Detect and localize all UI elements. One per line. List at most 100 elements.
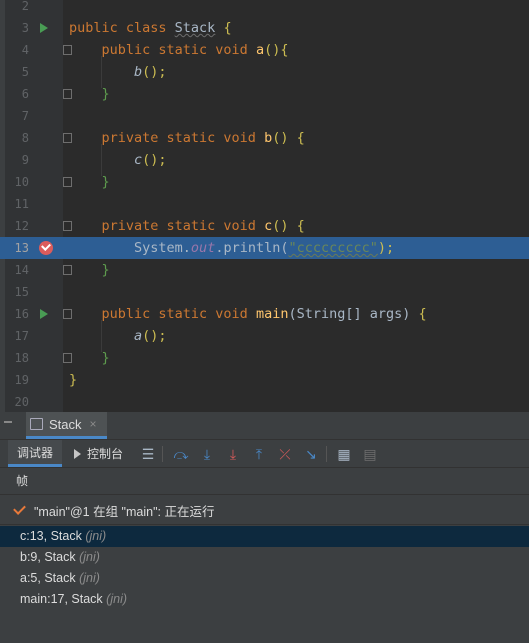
- gutter[interactable]: 4: [5, 39, 72, 61]
- step-into-icon[interactable]: ⤓: [198, 445, 216, 463]
- line-number: 18: [14, 351, 29, 365]
- gutter[interactable]: 10: [5, 171, 72, 193]
- code-line[interactable]: 9 c();: [0, 149, 529, 171]
- code-token: public static void: [69, 42, 256, 58]
- code-line[interactable]: 14 }: [0, 259, 529, 281]
- code-token: ();: [142, 64, 167, 80]
- line-number: 16: [14, 307, 29, 321]
- line-number: 5: [21, 65, 29, 79]
- line-number: 17: [14, 329, 29, 343]
- console-icon: [74, 448, 81, 459]
- evaluate-icon[interactable]: ▦: [335, 445, 353, 463]
- line-number: 8: [21, 131, 29, 145]
- code-line[interactable]: 19}: [0, 369, 529, 391]
- code-line[interactable]: 5 b();: [0, 61, 529, 83]
- line-number: 15: [14, 285, 29, 299]
- code-token: main: [255, 306, 289, 322]
- panel-handle-icon[interactable]: [4, 421, 12, 423]
- line-number: 10: [14, 175, 29, 189]
- gutter[interactable]: 11: [5, 193, 63, 215]
- tab-icon: [30, 418, 43, 430]
- code-text: a();: [69, 325, 167, 347]
- code-line[interactable]: 18 }: [0, 347, 529, 369]
- run-gutter-icon[interactable]: [40, 23, 48, 33]
- tab-label: Stack: [49, 416, 82, 432]
- code-token: () {: [272, 130, 305, 146]
- code-line[interactable]: 10 }: [0, 171, 529, 193]
- code-text: public class Stack {: [69, 17, 232, 39]
- frame-package: (jni): [79, 550, 100, 564]
- run-gutter-icon[interactable]: [40, 309, 48, 319]
- gutter[interactable]: 12: [5, 215, 72, 237]
- gutter[interactable]: 20: [5, 391, 63, 412]
- code-token: }: [101, 174, 110, 190]
- code-text: private static void c() {: [69, 215, 305, 237]
- thread-selector[interactable]: "main"@1 在组 "main": 正在运行: [0, 496, 529, 525]
- code-token: () {: [272, 218, 305, 234]
- code-line[interactable]: 11: [0, 193, 529, 215]
- gutter[interactable]: 7: [5, 105, 63, 127]
- force-step-into-icon[interactable]: ⤓: [224, 445, 242, 463]
- drop-frame-icon[interactable]: ⤫: [276, 445, 294, 463]
- tab-stack[interactable]: Stack ×: [26, 412, 107, 439]
- frame-package: (jni): [106, 592, 128, 606]
- code-editor[interactable]: 2 3 public class Stack {4 public static vo…: [0, 0, 529, 412]
- code-token: c: [264, 218, 273, 234]
- gutter[interactable]: 16: [5, 303, 72, 325]
- frames-list: c:13, Stack (jni) b:9, Stack (jni) a:5, …: [0, 526, 529, 610]
- gutter[interactable]: 14: [5, 259, 72, 281]
- code-line[interactable]: 3 public class Stack {: [0, 17, 529, 39]
- indent-guide: [101, 320, 102, 352]
- code-line[interactable]: 4 public static void a(){: [0, 39, 529, 61]
- code-token: }: [101, 262, 110, 278]
- line-number: 20: [14, 395, 29, 409]
- gutter[interactable]: 8: [5, 127, 72, 149]
- code-token: private static void: [69, 218, 265, 234]
- frame-row[interactable]: main:17, Stack (jni): [0, 589, 529, 610]
- console-tab-label: 控制台: [87, 447, 124, 461]
- frame-row[interactable]: b:9, Stack (jni): [0, 547, 529, 568]
- gutter[interactable]: 5: [5, 61, 63, 83]
- frame-label: a:5, Stack: [20, 571, 76, 585]
- gutter[interactable]: 6: [5, 83, 72, 105]
- code-token: );: [377, 240, 395, 256]
- gutter[interactable]: 19: [5, 369, 63, 391]
- code-token: ();: [142, 328, 167, 344]
- frame-row[interactable]: c:13, Stack (jni): [0, 526, 529, 547]
- execution-line[interactable]: 13 System.out.println("ccccccccc");: [0, 237, 529, 259]
- gutter[interactable]: 2: [5, 0, 63, 17]
- code-text: public static void main(String[] args) {: [69, 303, 427, 325]
- gutter[interactable]: 9: [5, 149, 63, 171]
- close-icon[interactable]: ×: [90, 417, 97, 431]
- gutter[interactable]: 17: [5, 325, 63, 347]
- code-line[interactable]: 12 private static void c() {: [0, 215, 529, 237]
- code-line[interactable]: 6 }: [0, 83, 529, 105]
- code-line[interactable]: 7: [0, 105, 529, 127]
- code-line[interactable]: 16 public static void main(String[] args…: [0, 303, 529, 325]
- tab-console[interactable]: 控制台: [74, 440, 123, 467]
- code-token: {: [418, 306, 427, 322]
- gutter[interactable]: 15: [5, 281, 63, 303]
- code-line[interactable]: 15: [0, 281, 529, 303]
- gutter[interactable]: 3: [5, 17, 63, 39]
- tab-debugger[interactable]: 调试器: [8, 440, 63, 467]
- run-to-cursor-icon[interactable]: ↘: [302, 445, 320, 463]
- line-number: 12: [14, 219, 29, 233]
- gutter[interactable]: 13: [5, 237, 63, 259]
- step-out-icon[interactable]: ⤒: [250, 445, 268, 463]
- line-number: 9: [21, 153, 29, 167]
- code-line[interactable]: 2: [0, 0, 529, 17]
- line-number: 3: [21, 21, 29, 35]
- frame-package: (jni): [85, 529, 107, 543]
- code-line[interactable]: 8 private static void b() {: [0, 127, 529, 149]
- line-number: 14: [14, 263, 29, 277]
- code-token: }: [101, 86, 110, 102]
- breakpoint-icon[interactable]: [39, 241, 53, 255]
- gutter[interactable]: 18: [5, 347, 72, 369]
- code-token: System.: [69, 240, 191, 256]
- code-line[interactable]: 20: [0, 391, 529, 412]
- step-over-icon[interactable]: ⤼: [172, 445, 190, 463]
- frame-row[interactable]: a:5, Stack (jni): [0, 568, 529, 589]
- code-line[interactable]: 17 a();: [0, 325, 529, 347]
- threads-icon[interactable]: ☰: [139, 445, 157, 463]
